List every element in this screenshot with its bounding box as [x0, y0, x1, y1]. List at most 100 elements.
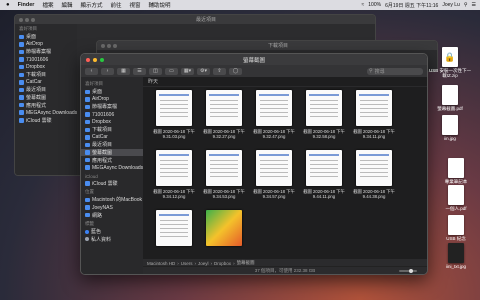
sidebar-item[interactable]: CatCar: [81, 134, 143, 142]
control-center-icon[interactable]: ☰: [472, 2, 476, 8]
menu-finder[interactable]: Finder: [18, 2, 35, 8]
file-thumbnail[interactable]: [306, 150, 342, 186]
menu-edit[interactable]: 編輯: [61, 1, 72, 9]
file-name[interactable]: 截圖 2020-06-18 下午 9.34.53.png: [201, 189, 247, 199]
file-thumbnail[interactable]: [206, 210, 242, 246]
sidebar-item[interactable]: 節檔專案檔: [81, 103, 143, 111]
file-name[interactable]: 截圖 2020-06-18 下午 9.32.58.png: [301, 129, 347, 139]
sidebar-item[interactable]: 節檔專案檔: [15, 48, 77, 56]
finder-window[interactable]: 螢幕截圖 ‹ › ▦ ☰ ◫ ▭ ▦▾ ⚙▾ ⇧ ◯ ⚲ 搜尋 喜好項目 桌面 A…: [80, 53, 428, 275]
search-icon[interactable]: ⚲: [464, 2, 468, 8]
menu-view[interactable]: 顯示方式: [80, 1, 102, 9]
file-thumbnail[interactable]: [256, 150, 292, 186]
sidebar-item[interactable]: 桌面: [81, 88, 143, 96]
view-columns-button[interactable]: ◫: [149, 67, 162, 75]
icon-size-slider[interactable]: [399, 268, 417, 273]
back-button[interactable]: ‹: [85, 67, 98, 75]
sidebar-item[interactable]: iCloud 雲碟: [15, 117, 77, 125]
sidebar-item[interactable]: Macintosh 的MacBook Pro (2): [81, 196, 143, 204]
file-thumbnail[interactable]: [206, 150, 242, 186]
menu-file[interactable]: 檔案: [42, 1, 53, 9]
group-button[interactable]: ▦▾: [181, 67, 194, 75]
sidebar-item[interactable]: 應用程式: [15, 101, 77, 109]
sidebar-item[interactable]: CatCar: [15, 79, 77, 87]
sidebar-item[interactable]: 應用程式: [81, 156, 143, 164]
view-icons-button[interactable]: ▦: [117, 67, 130, 75]
sidebar-item[interactable]: 71001606: [81, 111, 143, 119]
forward-button[interactable]: ›: [101, 67, 114, 75]
zoom-icon[interactable]: [113, 43, 117, 48]
file-name[interactable]: 截圖 2020-06-18 下午 9.34.57.png: [251, 189, 297, 199]
user-name[interactable]: Joey Lu: [442, 2, 460, 8]
file-name[interactable]: 截圖 2020-06-18 下午 9.32.27.png: [201, 129, 247, 139]
sidebar-item[interactable]: 桌面: [15, 33, 77, 41]
close-button[interactable]: [86, 57, 90, 62]
menu-go[interactable]: 前往: [110, 1, 121, 9]
battery-percent[interactable]: 100%: [368, 2, 381, 8]
desktop-icon[interactable]: 一個人.pdf: [434, 185, 478, 211]
path-component[interactable]: Joeyl: [198, 261, 209, 266]
file-thumbnail[interactable]: [356, 90, 392, 126]
sidebar-item[interactable]: 下載項目: [15, 71, 77, 79]
file-name[interactable]: 截圖 2020-06-18 下午 9.44.38.png: [351, 189, 397, 199]
apple-menu-icon[interactable]: ●: [6, 2, 10, 8]
path-component[interactable]: Users: [181, 261, 193, 266]
desktop-icon[interactable]: 螢幕截圖.pdf: [428, 85, 472, 111]
sidebar-item[interactable]: 71001606: [15, 56, 77, 64]
share-icon[interactable]: ⇧: [213, 67, 226, 75]
file-thumbnail[interactable]: [156, 210, 192, 246]
file-thumbnail[interactable]: [156, 150, 192, 186]
file-name[interactable]: 截圖 2020-06-18 下午 9.34.11.png: [351, 129, 397, 139]
minimize-button[interactable]: [93, 57, 97, 62]
desktop-icon[interactable]: USB 紀念: [434, 215, 478, 241]
close-icon[interactable]: [101, 43, 105, 48]
minimize-icon[interactable]: [25, 17, 29, 22]
file-thumbnail[interactable]: [306, 90, 342, 126]
file-thumbnail[interactable]: [156, 90, 192, 126]
sidebar-item[interactable]: MEGAsync Downloads: [15, 109, 77, 117]
sidebar-item[interactable]: AirDrop: [81, 96, 143, 104]
action-gear-icon[interactable]: ⚙▾: [197, 67, 210, 75]
file-thumbnail[interactable]: [256, 90, 292, 126]
clock[interactable]: 6月19日 週五 下午11:16: [385, 2, 438, 9]
file-name[interactable]: 截圖 2020-06-18 下午 9.31.03.png: [151, 129, 197, 139]
path-component[interactable]: Macintosh HD: [147, 261, 175, 266]
sidebar-item[interactable]: 網路: [81, 211, 143, 219]
minimize-icon[interactable]: [107, 43, 111, 48]
file-name[interactable]: 截圖 2020-06-18 下午 9.44.11.png: [301, 189, 347, 199]
file-thumbnail[interactable]: [356, 150, 392, 186]
desktop-icon[interactable]: 🔒 USB 安裝一次性下一 載IZ.zip: [428, 47, 472, 78]
file-browser[interactable]: 昨天 截圖 2020-06-18 下午 9.31.03.png 截圖 2020-06…: [143, 77, 427, 259]
sidebar-item[interactable]: MEGAsync Downloads: [81, 164, 143, 172]
sidebar-item[interactable]: AirDrop: [15, 41, 77, 49]
view-gallery-button[interactable]: ▭: [165, 67, 178, 75]
sidebar-item[interactable]: 下載項目: [81, 126, 143, 134]
sidebar-item[interactable]: 最近項目: [81, 141, 143, 149]
menu-help[interactable]: 輔助說明: [149, 1, 171, 9]
desktop-icon[interactable]: iin.jpg: [428, 115, 472, 141]
sidebar-item[interactable]: 最近項目: [15, 86, 77, 94]
desktop-icon[interactable]: iini_txt.jpg: [434, 243, 478, 269]
zoom-button[interactable]: [100, 57, 104, 62]
zoom-icon[interactable]: [31, 17, 35, 22]
file-name[interactable]: 截圖 2020-06-18 下午 9.32.47.png: [251, 129, 297, 139]
path-component[interactable]: Dropbox: [214, 261, 231, 266]
sidebar-item[interactable]: iCloud 雲碟: [81, 180, 143, 188]
close-icon[interactable]: [19, 17, 23, 22]
sidebar-item[interactable]: Dropbox: [81, 118, 143, 126]
sidebar-item[interactable]: 螢幕截圖: [15, 94, 77, 102]
sidebar-item[interactable]: 螢幕截圖: [81, 148, 143, 157]
sidebar-item[interactable]: 私人資料: [81, 236, 143, 244]
sidebar-item[interactable]: Dropbox: [15, 63, 77, 71]
sidebar-item[interactable]: JoeyNAS: [81, 204, 143, 212]
view-list-button[interactable]: ☰: [133, 67, 146, 75]
slider-knob[interactable]: [409, 268, 413, 273]
file-name[interactable]: 截圖 2020-06-18 下午 9.34.12.png: [151, 189, 197, 199]
tag-icon[interactable]: ◯: [229, 67, 242, 75]
wifi-icon[interactable]: ≈: [362, 2, 365, 8]
file-thumbnail[interactable]: [206, 90, 242, 126]
menu-window[interactable]: 視窗: [130, 1, 141, 9]
sidebar-item[interactable]: 藍色: [81, 228, 143, 236]
desktop-icon[interactable]: 專業筆記本: [434, 158, 478, 184]
search-input[interactable]: ⚲ 搜尋: [367, 67, 423, 75]
